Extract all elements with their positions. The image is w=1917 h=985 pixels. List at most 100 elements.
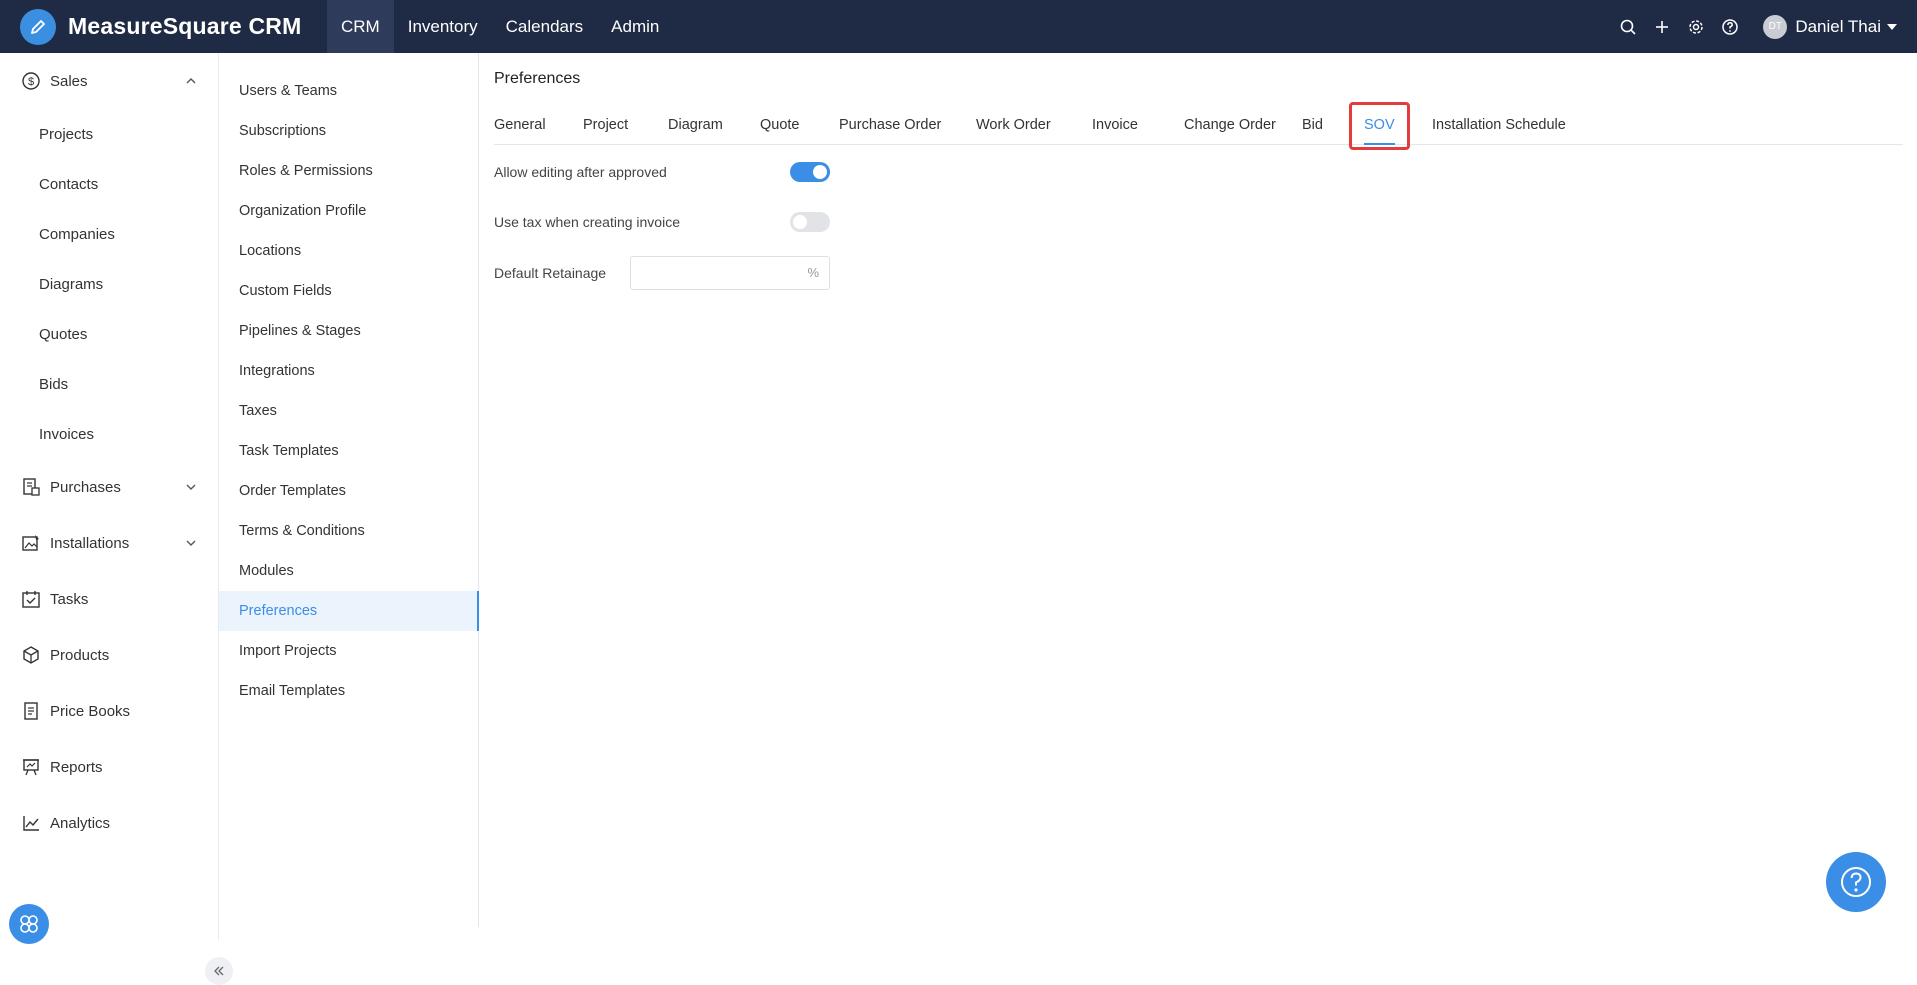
- settings-item-locations[interactable]: Locations: [219, 231, 479, 271]
- sidebar-item-contacts[interactable]: Contacts: [0, 164, 219, 204]
- tab-work-order[interactable]: Work Order: [976, 105, 1051, 145]
- topnav-calendars[interactable]: Calendars: [492, 0, 598, 53]
- use-tax-toggle[interactable]: [790, 212, 830, 232]
- settings-item-organization-profile[interactable]: Organization Profile: [219, 191, 479, 231]
- collapse-sidebar-icon[interactable]: [205, 957, 233, 985]
- setting-use-tax-row: Use tax when creating invoice: [494, 206, 834, 238]
- user-menu[interactable]: DT Daniel Thai: [1763, 14, 1897, 39]
- main-content: Preferences General Project Diagram Quot…: [480, 53, 1917, 940]
- sidebar-group-sales[interactable]: $ Sales: [0, 56, 219, 106]
- sidebar-group-purchases[interactable]: Purchases: [0, 462, 219, 512]
- presentation-icon: [21, 757, 41, 777]
- tab-bid[interactable]: Bid: [1302, 105, 1323, 145]
- tab-change-order[interactable]: Change Order: [1184, 105, 1276, 145]
- help-fab-icon[interactable]: [1826, 852, 1886, 912]
- app-name: MeasureSquare CRM: [68, 13, 302, 39]
- sidebar-group-label: Installations: [50, 534, 130, 552]
- sidebar-group-analytics[interactable]: Analytics: [0, 798, 219, 848]
- sidebar-item-projects[interactable]: Projects: [0, 114, 219, 154]
- chevron-up-icon: [185, 74, 197, 92]
- settings-item-email-templates[interactable]: Email Templates: [219, 671, 479, 711]
- chevron-down-icon: [185, 536, 197, 554]
- search-icon[interactable]: [1611, 10, 1645, 44]
- page-title: Preferences: [494, 70, 581, 87]
- purchases-icon: [21, 477, 41, 497]
- settings-item-users-teams[interactable]: Users & Teams: [219, 71, 479, 111]
- plus-icon[interactable]: [1645, 10, 1679, 44]
- settings-item-pipelines-stages[interactable]: Pipelines & Stages: [219, 311, 479, 351]
- brand[interactable]: MeasureSquare CRM: [0, 0, 327, 53]
- settings-item-modules[interactable]: Modules: [219, 551, 479, 591]
- toggle-knob: [793, 215, 807, 229]
- settings-item-subscriptions[interactable]: Subscriptions: [219, 111, 479, 151]
- tab-purchase-order[interactable]: Purchase Order: [839, 105, 941, 145]
- default-retainage-field[interactable]: %: [630, 256, 830, 290]
- sidebar-item-quotes[interactable]: Quotes: [0, 314, 219, 354]
- dollar-circle-icon: $: [21, 71, 41, 91]
- tab-project[interactable]: Project: [583, 105, 628, 145]
- top-right-actions: DT Daniel Thai: [1611, 0, 1897, 53]
- settings-item-order-templates[interactable]: Order Templates: [219, 471, 479, 511]
- tab-sov[interactable]: SOV: [1364, 105, 1395, 145]
- sidebar-group-label: Reports: [50, 758, 103, 776]
- user-name: Daniel Thai: [1795, 16, 1881, 36]
- settings-item-custom-fields[interactable]: Custom Fields: [219, 271, 479, 311]
- caret-down-icon: [1887, 23, 1897, 30]
- settings-item-preferences[interactable]: Preferences: [219, 591, 479, 631]
- default-retainage-label: Default Retainage: [494, 265, 607, 281]
- sidebar-group-label: Price Books: [50, 702, 131, 720]
- sidebar-item-invoices[interactable]: Invoices: [0, 414, 219, 454]
- sidebar-item-companies[interactable]: Companies: [0, 214, 219, 254]
- pencil-logo-icon: [20, 8, 56, 45]
- topnav-admin[interactable]: Admin: [597, 0, 673, 53]
- settings-item-terms-conditions[interactable]: Terms & Conditions: [219, 511, 479, 551]
- default-retainage-input[interactable]: [631, 258, 801, 288]
- sidebar: $ Sales Projects Contacts Companies Diag…: [0, 53, 233, 985]
- percent-suffix: %: [807, 265, 819, 280]
- sidebar-group-reports[interactable]: Reports: [0, 742, 219, 792]
- toggle-knob: [813, 165, 827, 179]
- calendar-check-icon: [21, 589, 41, 609]
- allow-editing-toggle[interactable]: [790, 162, 830, 182]
- sidebar-group-label: Tasks: [50, 590, 89, 608]
- settings-item-import-projects[interactable]: Import Projects: [219, 631, 479, 671]
- installations-icon: [21, 533, 41, 553]
- preferences-tabs: General Project Diagram Quote Purchase O…: [494, 105, 1903, 145]
- settings-item-integrations[interactable]: Integrations: [219, 351, 479, 391]
- sidebar-group-price-books[interactable]: Price Books: [0, 686, 219, 736]
- gear-icon[interactable]: [1679, 10, 1713, 44]
- tab-general[interactable]: General: [494, 105, 546, 145]
- topnav-crm[interactable]: CRM: [327, 0, 394, 53]
- sidebar-item-diagrams[interactable]: Diagrams: [0, 264, 219, 304]
- admin-settings-menu: Users & Teams Subscriptions Roles & Perm…: [219, 53, 479, 927]
- settings-item-taxes[interactable]: Taxes: [219, 391, 479, 431]
- setting-allow-editing-row: Allow editing after approved: [494, 156, 834, 188]
- sidebar-group-tasks[interactable]: Tasks: [0, 574, 219, 624]
- sidebar-group-label: Purchases: [50, 478, 121, 496]
- top-bar: MeasureSquare CRM CRM Inventory Calendar…: [0, 0, 1917, 53]
- chevron-down-icon: [185, 480, 197, 498]
- settings-item-task-templates[interactable]: Task Templates: [219, 431, 479, 471]
- setting-default-retainage-row: Default Retainage %: [494, 256, 854, 290]
- sidebar-group-label: Analytics: [50, 814, 111, 832]
- use-tax-label: Use tax when creating invoice: [494, 214, 680, 230]
- svg-text:$: $: [28, 76, 34, 88]
- tab-quote[interactable]: Quote: [760, 105, 800, 145]
- line-chart-icon: [21, 813, 41, 833]
- sidebar-group-installations[interactable]: Installations: [0, 518, 219, 568]
- sidebar-item-bids[interactable]: Bids: [0, 364, 219, 404]
- tab-invoice[interactable]: Invoice: [1092, 105, 1138, 145]
- sidebar-group-label: Products: [50, 646, 110, 664]
- top-nav: CRM Inventory Calendars Admin: [327, 0, 673, 53]
- avatar: DT: [1763, 14, 1788, 39]
- box-icon: [21, 645, 41, 665]
- help-icon[interactable]: [1713, 10, 1747, 44]
- sidebar-group-products[interactable]: Products: [0, 630, 219, 680]
- document-icon: [21, 701, 41, 721]
- tab-installation-schedule[interactable]: Installation Schedule: [1432, 105, 1566, 145]
- topnav-inventory[interactable]: Inventory: [394, 0, 492, 53]
- assistant-icon[interactable]: [9, 904, 49, 944]
- settings-item-roles-permissions[interactable]: Roles & Permissions: [219, 151, 479, 191]
- tab-diagram[interactable]: Diagram: [668, 105, 723, 145]
- sidebar-group-label: Sales: [50, 72, 88, 90]
